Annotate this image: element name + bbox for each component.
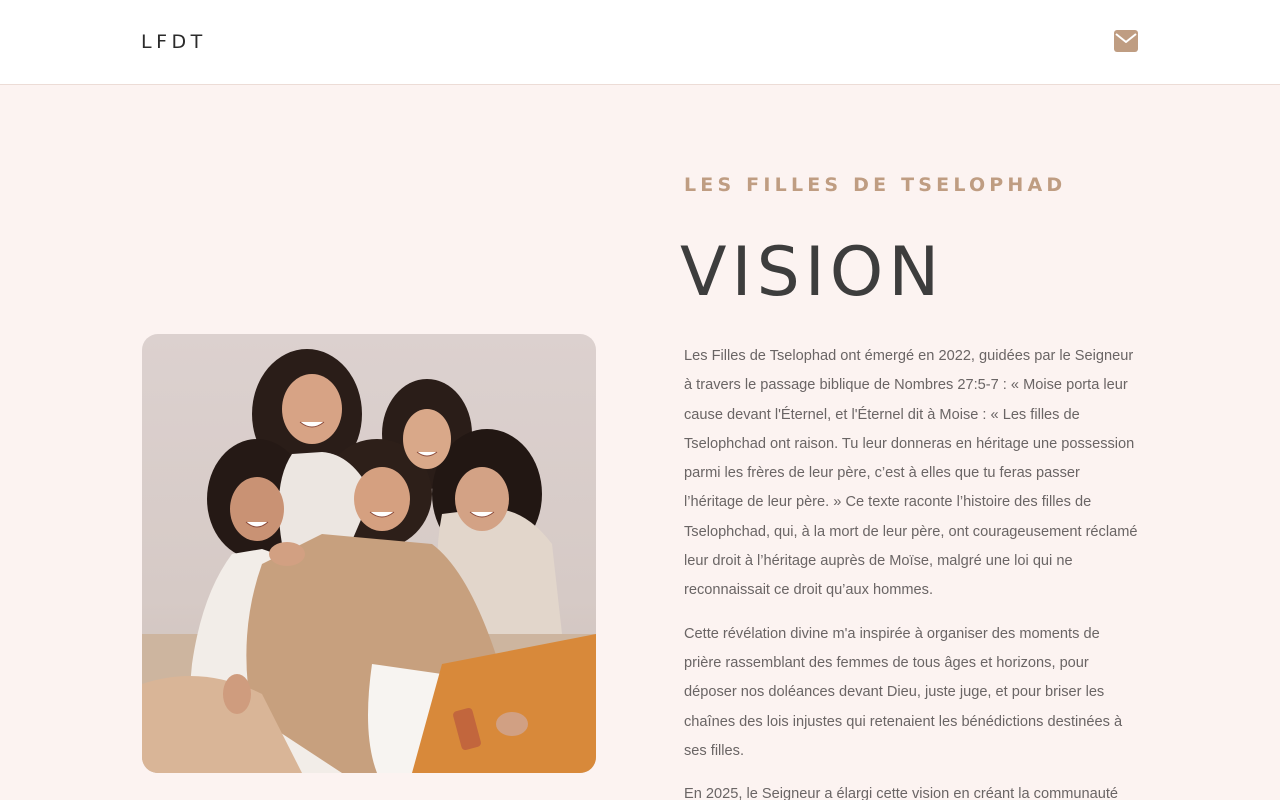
envelope-icon [1114, 30, 1138, 52]
paragraph: Les Filles de Tselophad ont émergé en 20… [684, 348, 1138, 599]
section-kicker: LES FILLES DE TSELOPHAD [684, 174, 1067, 196]
vision-section: LES FILLES DE TSELOPHAD VISION Les Fille… [0, 86, 1280, 800]
contact-email-link[interactable] [1114, 30, 1138, 52]
site-logo[interactable]: LFDT [141, 31, 207, 53]
group-photo [142, 334, 596, 773]
site-header: LFDT [0, 0, 1280, 85]
page-title: VISION [680, 233, 945, 312]
paragraph: Cette révélation divine m'a inspirée à o… [684, 625, 1123, 759]
vision-text: Les Filles de Tselophad ont émergé en 20… [684, 342, 1140, 800]
paragraph: En 2025, le Seigneur a élargi cette visi… [684, 786, 1119, 800]
